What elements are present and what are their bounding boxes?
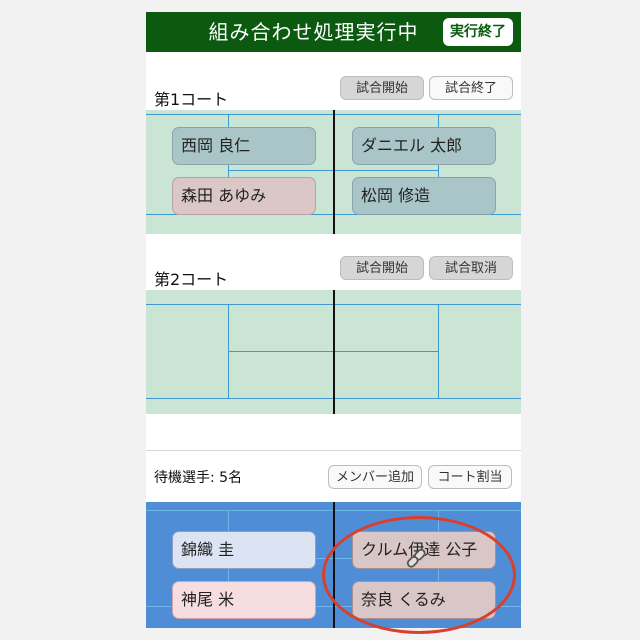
court2-start-match-button[interactable]: 試合開始 [340,256,424,280]
court1-label: 第1コート [154,90,229,109]
waiting-players-count: 待機選手: 5名 [154,470,243,486]
court1-net [333,110,335,234]
court2 [146,290,521,414]
court2-cancel-match-button[interactable]: 試合取消 [429,256,513,280]
player-card[interactable]: 錦織 圭 [172,531,316,569]
waiting-players-bar: 待機選手: 5名 メンバー追加 コート割当 [146,450,521,503]
end-execution-button[interactable]: 実行終了 [443,18,513,46]
player-card[interactable]: 松岡 修造 [352,177,496,215]
court1-end-match-button[interactable]: 試合終了 [429,76,513,100]
court2-label: 第2コート [154,270,229,289]
page-title: 組み合わせ処理実行中 [208,20,419,44]
header-bar: 組み合わせ処理実行中 実行終了 [146,12,521,52]
court2-net [333,290,335,414]
player-card[interactable]: 森田 あゆみ [172,177,316,215]
add-member-button[interactable]: メンバー追加 [328,465,422,489]
court1: 西岡 良仁 ダニエル 太郎 森田 あゆみ 松岡 修造 [146,110,521,234]
court1-start-match-button[interactable]: 試合開始 [340,76,424,100]
link-icon[interactable] [406,548,430,572]
highlight-circle [322,516,516,634]
player-card[interactable]: 西岡 良仁 [172,127,316,165]
player-card[interactable]: ダニエル 太郎 [352,127,496,165]
player-card[interactable]: 神尾 米 [172,581,316,619]
assign-court-button[interactable]: コート割当 [428,465,512,489]
